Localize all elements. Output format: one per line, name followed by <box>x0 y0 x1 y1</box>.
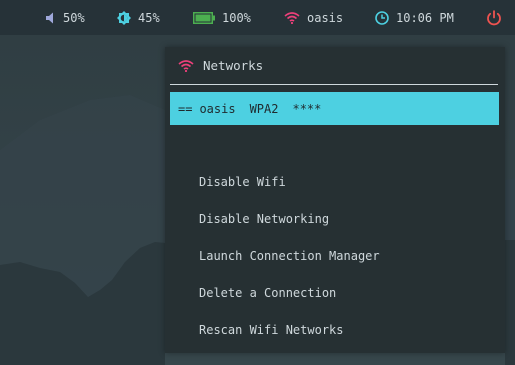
volume-module[interactable]: 50% <box>46 0 85 35</box>
menu-item-disable-networking[interactable]: Disable Networking <box>199 201 380 238</box>
menu-item-disable-wifi[interactable]: Disable Wifi <box>199 164 380 201</box>
battery-icon <box>193 11 215 24</box>
brightness-value: 45% <box>138 10 160 25</box>
menu-item-delete-connection[interactable]: Delete a Connection <box>199 275 380 312</box>
menu-item-launch-connection-manager[interactable]: Launch Connection Manager <box>199 238 380 275</box>
power-button[interactable] <box>486 0 502 35</box>
network-signal: **** <box>292 101 322 116</box>
popup-header: Networks <box>170 47 498 85</box>
popup-title: Networks <box>203 58 264 73</box>
network-active-marker: == <box>178 101 193 116</box>
clock-time: 10:06 PM <box>396 10 454 25</box>
brightness-icon <box>117 10 131 25</box>
menu-item-rescan-wifi[interactable]: Rescan Wifi Networks <box>199 312 380 349</box>
network-actions-menu: Disable Wifi Disable Networking Launch C… <box>199 164 380 349</box>
speaker-icon <box>46 12 56 24</box>
power-icon <box>486 9 502 26</box>
wifi-icon <box>178 59 194 72</box>
network-ssid: oasis <box>199 101 236 116</box>
battery-value: 100% <box>222 10 251 25</box>
network-security: WPA2 <box>249 101 279 116</box>
wifi-module[interactable]: oasis <box>284 0 343 35</box>
battery-module[interactable]: 100% <box>193 0 251 35</box>
wifi-icon <box>284 11 300 24</box>
networks-popup: Networks == oasis WPA2 **** Disable Wifi… <box>165 47 505 353</box>
status-bar: 50% 45% 100% oasis 10:06 PM <box>0 0 515 35</box>
clock-icon <box>375 10 389 25</box>
brightness-module[interactable]: 45% <box>117 0 160 35</box>
wifi-ssid: oasis <box>307 10 344 25</box>
network-item-oasis[interactable]: == oasis WPA2 **** <box>170 92 499 125</box>
clock-module[interactable]: 10:06 PM <box>375 0 454 35</box>
volume-value: 50% <box>63 10 85 25</box>
